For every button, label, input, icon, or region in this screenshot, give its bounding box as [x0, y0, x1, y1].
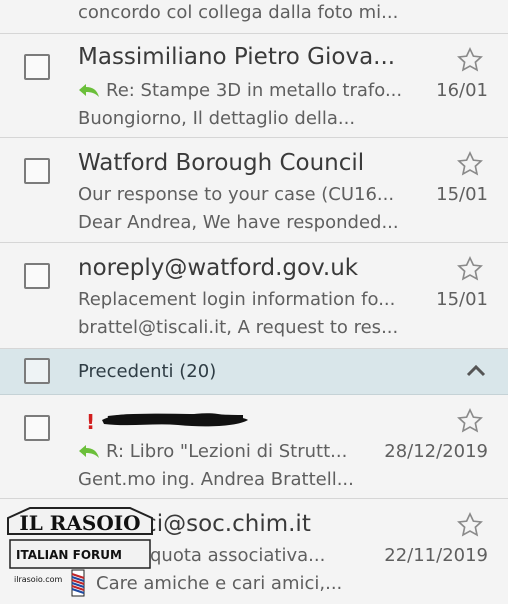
star-icon[interactable]: [456, 511, 484, 539]
logo-url: ilrasoio.com: [14, 575, 63, 584]
email-row[interactable]: noreply@watford.gov.uk Replacement login…: [0, 243, 508, 349]
email-sender: noreply@watford.gov.uk: [78, 255, 359, 281]
section-label: Precedenti (20): [78, 361, 217, 382]
email-preview: Dear Andrea, We have responded...: [78, 212, 399, 233]
email-row[interactable]: Watford Borough Council Our response to …: [0, 138, 508, 243]
star-icon[interactable]: [456, 255, 484, 283]
select-all-checkbox[interactable]: [24, 358, 50, 384]
email-preview: Buongiorno, Il dettaglio della...: [78, 108, 356, 129]
email-sender: Massimiliano Pietro Giova...: [78, 44, 396, 70]
watermark-logo: IL RASOIO ITALIAN FORUM ilrasoio.com: [0, 504, 160, 600]
email-subject: R: Libro "Lezioni di Strutt...: [78, 441, 347, 462]
select-checkbox[interactable]: [24, 158, 50, 184]
reply-arrow-icon: [79, 84, 99, 97]
email-row[interactable]: R: Libro "Lezioni di Strutt... 28/12/201…: [0, 395, 508, 499]
email-sender: Watford Borough Council: [78, 150, 365, 176]
select-checkbox[interactable]: [24, 263, 50, 289]
star-icon[interactable]: [456, 150, 484, 178]
star-icon[interactable]: [456, 46, 484, 74]
email-preview: Gent.mo ing. Andrea Brattell...: [78, 469, 354, 490]
email-date: 15/01: [436, 184, 488, 205]
logo-title: IL RASOIO: [19, 511, 140, 535]
section-header-older[interactable]: Precedenti (20): [0, 349, 508, 395]
email-preview: concordo col collega dalla foto mi...: [78, 2, 399, 23]
important-marker: !: [86, 410, 96, 434]
email-date: 15/01: [436, 289, 488, 310]
select-checkbox[interactable]: [24, 415, 50, 441]
star-icon[interactable]: [456, 407, 484, 435]
email-row-partial[interactable]: concordo col collega dalla foto mi...: [0, 0, 508, 34]
email-subject: quota associativa...: [150, 545, 326, 566]
email-date: 22/11/2019: [384, 545, 488, 566]
email-subject: Our response to your case (CU16...: [78, 184, 395, 205]
email-subject-text: R: Libro "Lezioni di Strutt...: [106, 441, 348, 462]
reply-arrow-icon: [79, 445, 99, 458]
select-checkbox[interactable]: [24, 54, 50, 80]
redacted-sender-scribble: [102, 413, 248, 427]
email-row[interactable]: Massimiliano Pietro Giova... Re: Stampe …: [0, 34, 508, 138]
forum-logo-image: IL RASOIO ITALIAN FORUM ilrasoio.com: [7, 507, 153, 597]
email-subject: Re: Stampe 3D in metallo trafo...: [78, 80, 402, 101]
email-date: 28/12/2019: [384, 441, 488, 462]
email-preview: brattel@tiscali.it, A request to res...: [78, 317, 399, 338]
chevron-up-icon[interactable]: [466, 363, 486, 377]
email-date: 16/01: [436, 80, 488, 101]
email-subject-text: Re: Stampe 3D in metallo trafo...: [106, 80, 403, 101]
logo-subtitle: ITALIAN FORUM: [16, 548, 122, 562]
email-subject: Replacement login information fo...: [78, 289, 396, 310]
